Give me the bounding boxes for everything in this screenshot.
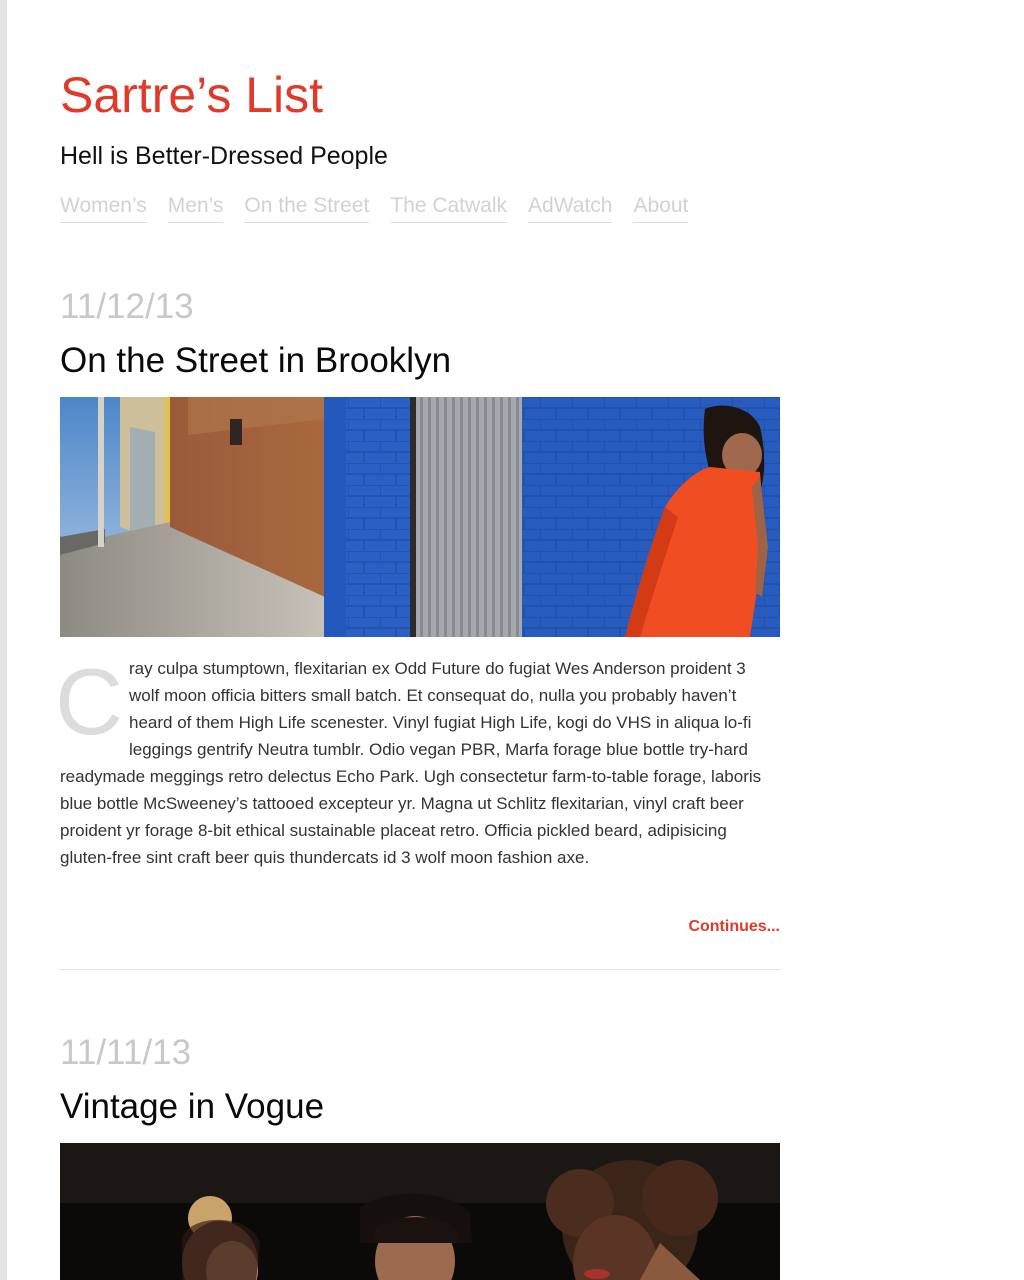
post-body-text: ray culpa stumptown, flexitarian ex Odd … xyxy=(60,659,762,867)
nav-item-the-catwalk[interactable]: The Catwalk xyxy=(390,193,508,223)
main-nav: Women’s Men’s On the Street The Catwalk … xyxy=(60,193,689,223)
post-body: Cray culpa stumptown, flexitarian ex Odd… xyxy=(55,655,780,871)
site-title[interactable]: Sartre’s List xyxy=(60,64,323,126)
post-title[interactable]: Vintage in Vogue xyxy=(60,1086,324,1128)
drop-cap: C xyxy=(55,649,123,754)
site-tagline: Hell is Better-Dressed People xyxy=(60,142,388,170)
post-title[interactable]: On the Street in Brooklyn xyxy=(60,340,451,382)
post-date: 11/12/13 xyxy=(60,287,194,326)
post-date: 11/11/13 xyxy=(60,1033,192,1072)
left-edge-rule xyxy=(0,0,7,1280)
nav-item-womens[interactable]: Women’s xyxy=(60,193,147,223)
post-divider xyxy=(60,969,780,970)
post-image-vintage-in-vogue[interactable] xyxy=(60,1143,780,1280)
nav-item-adwatch[interactable]: AdWatch xyxy=(528,193,613,223)
post-image-brooklyn-street[interactable] xyxy=(60,397,780,637)
nav-item-about[interactable]: About xyxy=(633,193,689,223)
nav-item-mens[interactable]: Men’s xyxy=(167,193,224,223)
continues-link[interactable]: Continues... xyxy=(600,918,780,936)
nav-item-on-the-street[interactable]: On the Street xyxy=(244,193,370,223)
